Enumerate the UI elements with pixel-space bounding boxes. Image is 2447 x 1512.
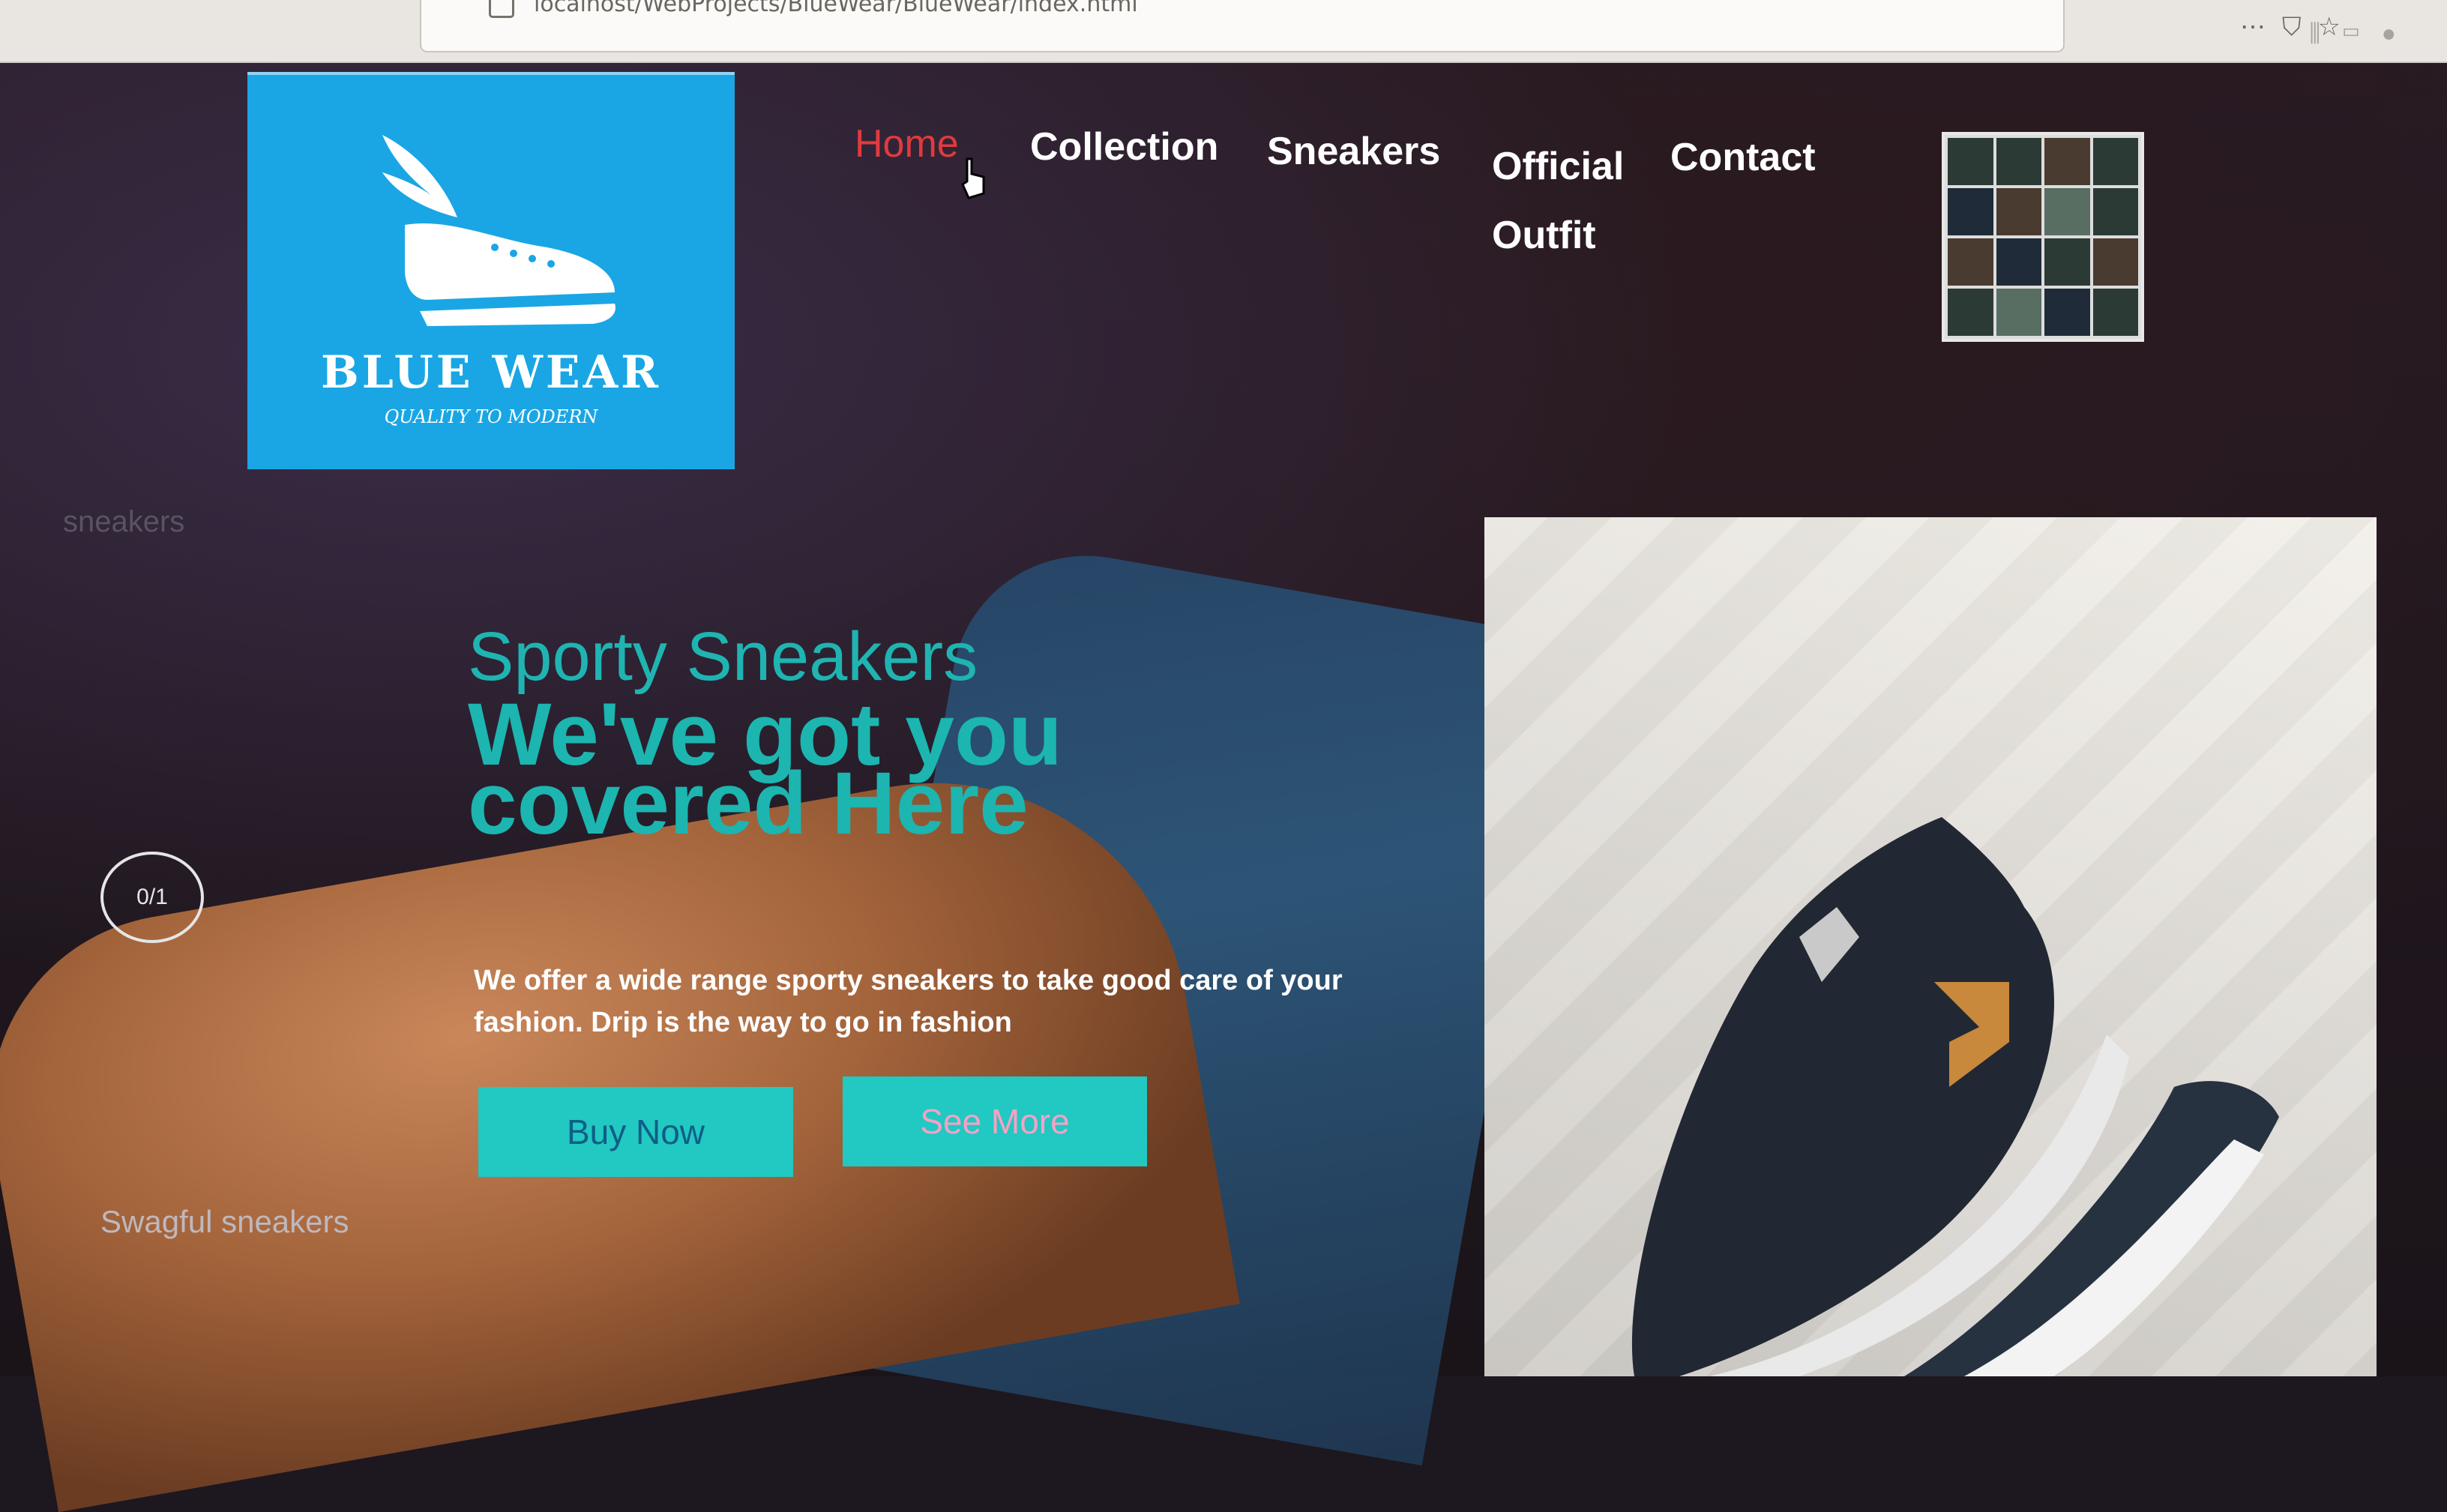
sneaker-photo <box>1484 517 2377 1376</box>
nav-official-outfit[interactable]: Official Outfit <box>1492 132 1627 270</box>
right-toolbar-icons: ⫼▭● <box>2309 19 2417 48</box>
logo[interactable]: BLUE WEAR QUALITY TO MODERN <box>247 72 735 469</box>
url-text: localhost/WebProjects/BlueWear/BlueWear/… <box>534 0 1138 17</box>
gallery-thumbnail[interactable] <box>1942 132 2144 342</box>
slide-label: Swagful sneakers <box>100 1204 349 1239</box>
logo-tagline: QUALITY TO MODERN <box>384 406 598 427</box>
nav-contact[interactable]: Contact <box>1670 135 1816 180</box>
page: BLUE WEAR QUALITY TO MODERN Home Collect… <box>0 63 2447 1512</box>
see-more-button[interactable]: See More <box>843 1076 1147 1166</box>
browser-chrome: localhost/WebProjects/BlueWear/BlueWear/… <box>0 0 2447 63</box>
account-icon[interactable]: ● <box>2382 19 2417 46</box>
hand-cursor-icon <box>961 157 985 199</box>
nav-home[interactable]: Home <box>855 121 959 166</box>
winged-shoe-icon <box>382 135 615 326</box>
buy-now-button[interactable]: Buy Now <box>478 1087 793 1177</box>
address-bar[interactable]: localhost/WebProjects/BlueWear/BlueWear/… <box>420 0 2065 52</box>
library-icon[interactable]: ⫼ <box>2309 19 2341 46</box>
nav-sneakers[interactable]: Sneakers <box>1267 129 1440 174</box>
lock-icon <box>489 0 514 18</box>
logo-title: BLUE WEAR <box>320 346 662 399</box>
hero-title: We've got you covered Here <box>468 685 1062 853</box>
more-icon[interactable]: ⋯ <box>2240 13 2282 41</box>
nav-collection[interactable]: Collection <box>1030 124 1218 169</box>
sidebar-icon[interactable]: ▭ <box>2341 19 2382 46</box>
hero-description: We offer a wide range sporty sneakers to… <box>474 965 1343 1038</box>
slide-counter[interactable]: 0/1 <box>100 852 204 943</box>
sneaker-image <box>1631 817 2279 1376</box>
side-label: sneakers <box>63 505 185 538</box>
